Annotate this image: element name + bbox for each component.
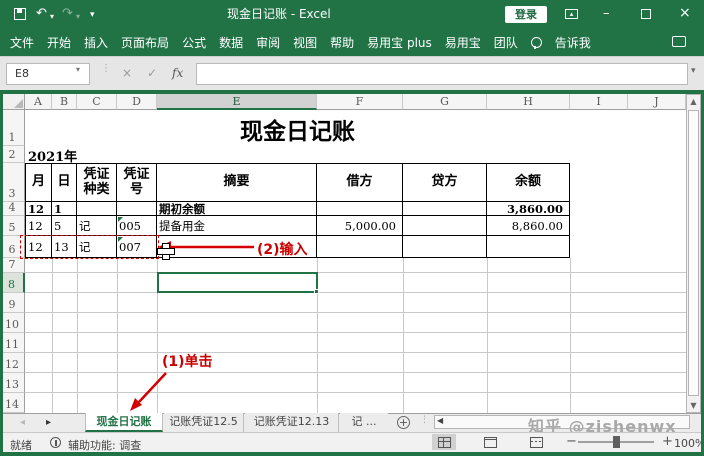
status-accessibility[interactable]: 辅助功能: 调查 bbox=[68, 437, 141, 453]
annotation-step1-label: (1)单击 bbox=[162, 351, 213, 371]
normal-view-icon bbox=[438, 437, 451, 448]
view-page-break-button[interactable] bbox=[524, 434, 548, 450]
zoom-level[interactable]: 100% bbox=[674, 437, 704, 450]
annotation-step2-label: (2)输入 bbox=[257, 239, 308, 259]
zoom-slider-thumb[interactable] bbox=[613, 436, 620, 448]
sheet-tab-voucher-12-13[interactable]: 记账凭证12.13 bbox=[245, 413, 339, 432]
new-sheet-icon[interactable]: + bbox=[397, 416, 410, 429]
view-normal-button[interactable] bbox=[432, 434, 456, 450]
tabbar-separator: ⋮ bbox=[420, 415, 429, 425]
page-layout-icon bbox=[484, 437, 497, 448]
sheet-tab-cash-journal[interactable]: 现金日记账 bbox=[85, 413, 163, 432]
window-frame-left bbox=[0, 90, 3, 456]
sheet-nav-right-icon[interactable]: ▸ bbox=[46, 414, 51, 432]
sheet-tab-truncated[interactable]: 记 ... bbox=[340, 413, 388, 432]
zoom-in-icon[interactable]: + bbox=[662, 435, 673, 449]
view-page-layout-button[interactable] bbox=[478, 434, 502, 450]
accessibility-icon bbox=[50, 437, 61, 448]
status-ready: 就绪 bbox=[10, 437, 32, 453]
vertical-scrollbar-thumb[interactable] bbox=[688, 110, 699, 396]
zoom-out-icon[interactable]: − bbox=[566, 435, 577, 449]
page-break-icon bbox=[530, 437, 543, 448]
scroll-up-icon[interactable]: ▲ bbox=[687, 95, 700, 109]
annotation-arrows bbox=[0, 0, 704, 456]
sheet-nav-left-icon[interactable]: ◂ bbox=[20, 414, 25, 432]
hscroll-left-icon[interactable]: ◀ bbox=[437, 416, 443, 425]
sheet-tab-voucher-12-5[interactable]: 记账凭证12.5 bbox=[164, 413, 244, 432]
window-frame-bottom bbox=[0, 452, 704, 456]
scroll-down-icon[interactable]: ▼ bbox=[687, 399, 700, 413]
excel-window: ↶ ▾ ↷ ▾ ▾ 现金日记账 - Excel 登录 ▴ – × 文件 开始 插… bbox=[0, 0, 704, 456]
